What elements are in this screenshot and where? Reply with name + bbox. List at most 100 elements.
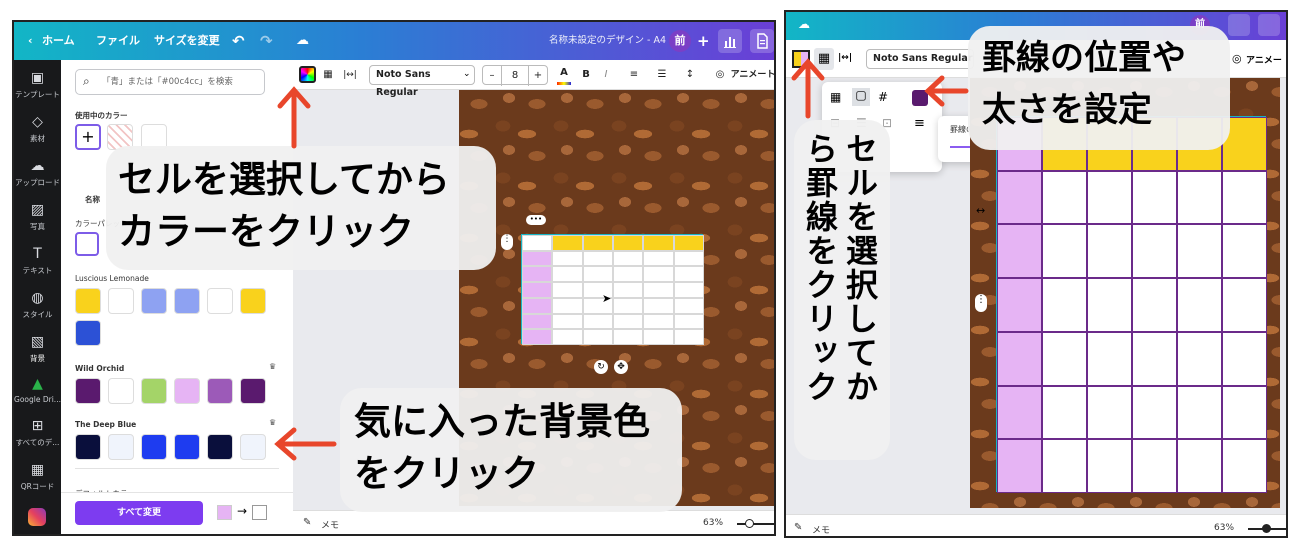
move-icon[interactable]: ✥	[614, 360, 628, 374]
table-cell[interactable]	[552, 297, 583, 314]
bold-button[interactable]: B	[579, 65, 593, 85]
table-cell[interactable]	[552, 313, 583, 330]
color-picker-button[interactable]	[299, 66, 316, 83]
table-cell[interactable]	[1132, 170, 1177, 225]
table-cell[interactable]	[643, 282, 674, 298]
apply-all-button[interactable]: すべて変更	[75, 501, 203, 525]
table-cell[interactable]	[1132, 331, 1177, 386]
rail-item-style[interactable]: ◍ スタイル	[14, 290, 61, 320]
back-chevron-icon[interactable]: ‹	[28, 22, 33, 60]
table-cell[interactable]	[1087, 278, 1132, 332]
rail-item-photo[interactable]: ▨ 写真	[14, 202, 61, 232]
table-cell[interactable]	[997, 439, 1042, 493]
table-cell[interactable]	[1087, 439, 1132, 493]
more-options-icon[interactable]: •••	[526, 215, 546, 225]
color-swatch[interactable]	[174, 288, 200, 314]
color-swatch[interactable]	[240, 434, 266, 460]
table-cell[interactable]	[1132, 224, 1177, 279]
avatar[interactable]: 前	[669, 30, 691, 52]
table-cell[interactable]	[582, 313, 613, 330]
add-icon[interactable]: +	[697, 22, 710, 60]
table-cell[interactable]	[1222, 385, 1267, 440]
table-cell[interactable]	[552, 282, 583, 298]
rail-item-qr[interactable]: ▦ QRコード	[14, 462, 61, 492]
add-color-button[interactable]: +	[75, 124, 101, 150]
table-cell[interactable]	[1042, 224, 1087, 279]
color-swatch[interactable]	[108, 378, 134, 404]
table-cell[interactable]	[522, 313, 553, 330]
rail-item-drive[interactable]: ▲ Google Dri...	[14, 376, 61, 404]
table-cell[interactable]	[522, 282, 553, 298]
table-cell[interactable]	[1177, 331, 1222, 386]
table-cell[interactable]	[1042, 170, 1087, 225]
color-swatch[interactable]	[108, 434, 134, 460]
table-border-icon[interactable]: ▦	[321, 65, 335, 85]
instagram-icon[interactable]	[28, 508, 46, 526]
table-cell[interactable]	[643, 266, 674, 283]
table-cell[interactable]	[613, 235, 644, 251]
zoom-level[interactable]: 63%	[1214, 523, 1234, 533]
animate-button[interactable]: アニメート	[729, 65, 774, 85]
table-cell[interactable]	[643, 250, 674, 267]
color-swatch[interactable]	[174, 434, 200, 460]
table-cell[interactable]	[673, 235, 704, 251]
list-icon[interactable]: ☰	[655, 65, 669, 85]
undo-icon[interactable]: ↶	[232, 22, 245, 60]
rail-item-apps[interactable]: ⊞ すべてのデ...	[14, 418, 61, 448]
color-search-input[interactable]: 「青」または「#00c4cc」を検索	[75, 69, 265, 95]
table-cell[interactable]	[522, 266, 553, 283]
file-menu[interactable]: ファイル	[96, 22, 140, 60]
table-cell[interactable]	[1087, 331, 1132, 386]
table-cell[interactable]	[522, 250, 553, 267]
share-doc-icon[interactable]	[1258, 14, 1280, 36]
border-weight-icon[interactable]: ≡	[914, 116, 925, 131]
decrease-size-button[interactable]: –	[484, 66, 500, 86]
table-cell[interactable]	[1087, 385, 1132, 440]
color-swatch[interactable]	[108, 288, 134, 314]
zoom-slider-thumb[interactable]	[1262, 524, 1271, 533]
font-selector[interactable]: Noto Sans Regular	[369, 65, 475, 98]
table-cell[interactable]	[673, 266, 704, 283]
color-swatch[interactable]	[141, 434, 167, 460]
table-cell[interactable]	[997, 385, 1042, 440]
border-inner-icon[interactable]: #	[878, 90, 888, 104]
table-cell[interactable]	[1222, 224, 1267, 279]
table-cell[interactable]	[673, 297, 704, 314]
color-swatch[interactable]	[75, 288, 101, 314]
insights-icon[interactable]	[1228, 14, 1250, 36]
rail-item-elements[interactable]: ◇ 素材	[14, 114, 61, 144]
table-cell[interactable]	[997, 170, 1042, 225]
table-cell[interactable]	[1132, 385, 1177, 440]
color-swatch[interactable]	[75, 378, 101, 404]
table-cell[interactable]	[1177, 224, 1222, 279]
table-element[interactable]	[996, 116, 1267, 493]
color-swatch[interactable]	[207, 288, 233, 314]
color-swatch[interactable]	[240, 378, 266, 404]
table-cell[interactable]	[997, 331, 1042, 386]
spacing-icon[interactable]: |↔|	[343, 65, 357, 85]
table-cell[interactable]	[522, 329, 553, 345]
table-cell[interactable]	[613, 313, 644, 330]
color-swatch[interactable]	[207, 378, 233, 404]
table-cell[interactable]	[1177, 170, 1222, 225]
table-cell[interactable]	[1222, 170, 1267, 225]
table-cell[interactable]	[1042, 439, 1087, 493]
row-handle-icon[interactable]: ⋮	[975, 294, 987, 312]
table-cell[interactable]	[1177, 278, 1222, 332]
font-selector[interactable]: Noto Sans Regular	[866, 49, 974, 69]
color-swatch[interactable]	[240, 288, 266, 314]
italic-button[interactable]: I	[599, 65, 613, 85]
table-element[interactable]	[521, 234, 704, 345]
border-outer-icon[interactable]: ▦	[830, 90, 841, 104]
zoom-slider[interactable]	[737, 523, 774, 525]
resize-menu[interactable]: サイズを変更	[154, 22, 220, 60]
rail-item-template[interactable]: ▣ テンプレート	[14, 70, 61, 100]
table-cell[interactable]	[552, 235, 583, 251]
table-cell[interactable]	[522, 235, 553, 251]
table-cell[interactable]	[643, 235, 674, 251]
align-center-icon[interactable]: ≡	[627, 65, 641, 85]
color-swatch[interactable]	[141, 288, 167, 314]
table-cell[interactable]	[643, 313, 674, 330]
table-cell[interactable]	[1087, 170, 1132, 225]
color-swatch[interactable]	[75, 320, 101, 346]
